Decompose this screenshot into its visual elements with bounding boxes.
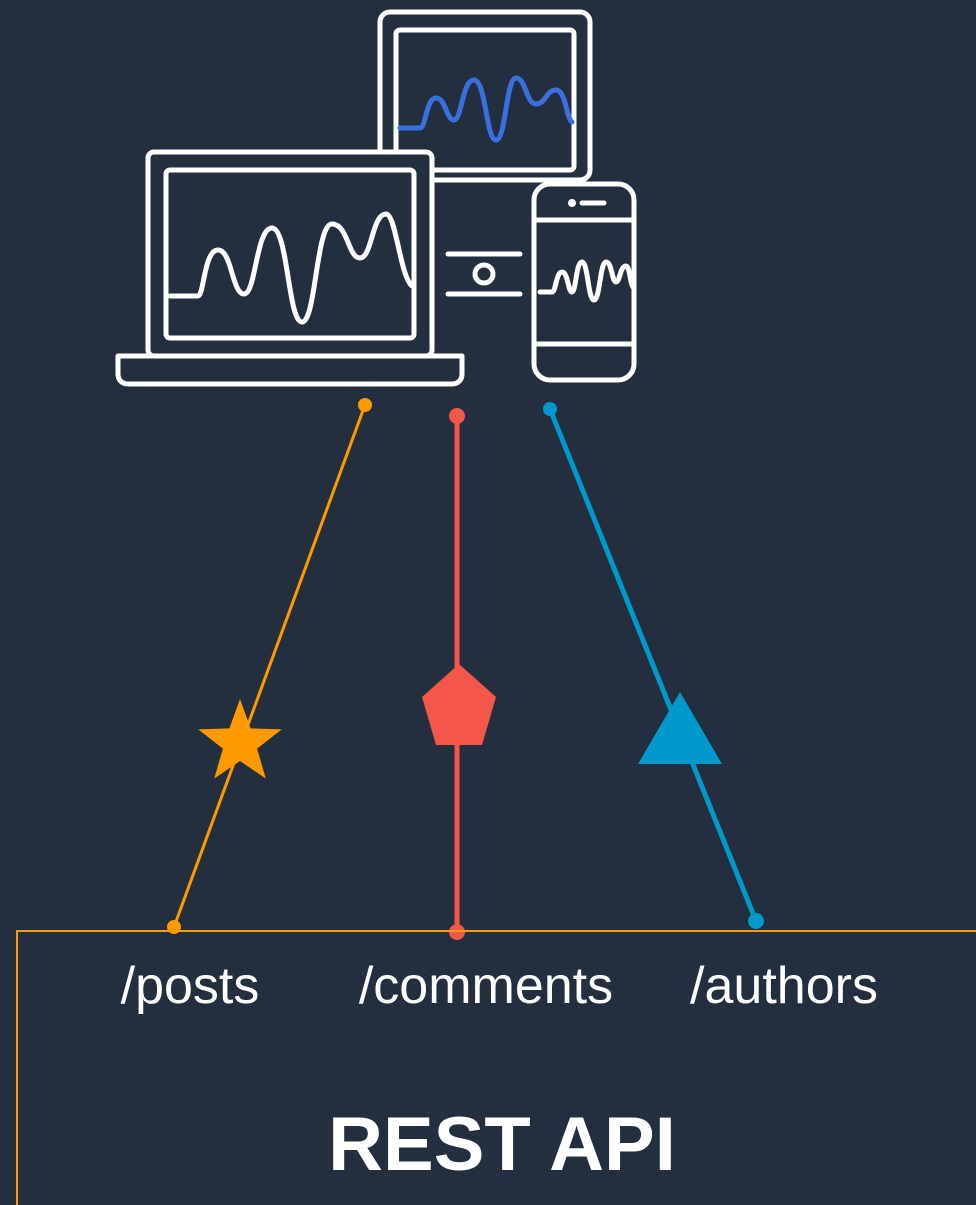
tablet-wave-icon: [397, 75, 575, 143]
phone-icon: [531, 181, 637, 383]
comments-connection: [422, 408, 496, 940]
triangle-icon: [638, 692, 722, 764]
architecture-diagram: /posts /comments /authors REST API: [16, 9, 976, 1205]
authors-top-dot: [543, 402, 557, 416]
comments-top-dot: [449, 408, 465, 424]
endpoint-label-comments: /comments: [359, 957, 613, 1015]
client-devices: [115, 9, 637, 387]
endpoint-label-authors: /authors: [690, 957, 878, 1015]
api-title: REST API: [328, 1102, 676, 1187]
posts-connector-line: [172, 404, 367, 928]
authors-connection: [543, 402, 764, 929]
laptop-icon: [115, 149, 465, 387]
endpoint-label-posts: /posts: [121, 957, 260, 1015]
sync-connector-icon: [445, 251, 523, 297]
authors-connector-line: [547, 408, 759, 922]
star-icon: [198, 699, 282, 779]
rest-api-box: /posts /comments /authors REST API: [16, 930, 976, 1205]
diagram-canvas: /posts /comments /authors REST API: [0, 0, 976, 1205]
posts-connection: [167, 398, 372, 934]
posts-top-dot: [358, 398, 372, 412]
pentagon-icon: [422, 664, 496, 745]
authors-bottom-dot: [748, 913, 764, 929]
